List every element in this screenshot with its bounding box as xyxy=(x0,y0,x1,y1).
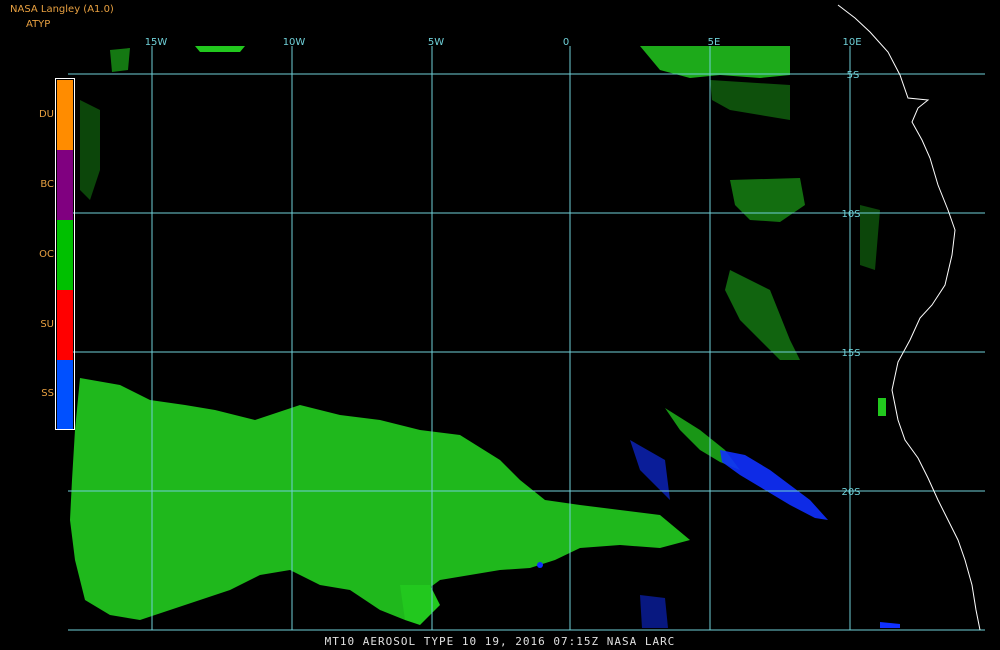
aerosol-type-legend: DU BC OC SU SS xyxy=(39,78,75,430)
legend-swatch-oc xyxy=(57,220,73,290)
legend-label-bc: BC xyxy=(40,179,54,190)
legend-swatch-ss xyxy=(57,360,73,429)
legend-swatch-su xyxy=(57,290,73,360)
lat-label: 20S xyxy=(841,487,860,498)
product-title: NASA Langley (A1.0) xyxy=(10,4,114,15)
lon-label: 5E xyxy=(708,37,721,48)
lon-label: 10E xyxy=(842,37,861,48)
lat-label: 5S xyxy=(847,70,860,81)
legend-label-oc: OC xyxy=(39,249,54,260)
legend-label-su: SU xyxy=(40,319,54,330)
legend-swatch-du xyxy=(57,80,73,150)
product-subtitle: ATYP xyxy=(26,19,51,30)
lon-label: 0 xyxy=(563,37,569,48)
aerosol-map: 15W 10W 5W 0 5E 10E 5S 10S 15S 20S xyxy=(68,4,985,631)
lat-label: 15S xyxy=(841,348,860,359)
africa-coastline xyxy=(837,4,981,631)
lon-label: 10W xyxy=(283,37,306,48)
latitude-labels: 5S 10S 15S 20S xyxy=(841,70,860,498)
lon-label: 5W xyxy=(428,37,444,48)
lon-label: 15W xyxy=(145,37,168,48)
footer-caption: MT10 AEROSOL TYPE 10 19, 2016 07:15Z NAS… xyxy=(324,635,676,648)
lat-label: 10S xyxy=(841,209,860,220)
legend-swatch-bc xyxy=(57,150,73,220)
legend-label-du: DU xyxy=(38,109,54,120)
oc-aerosol-regions xyxy=(70,46,886,625)
legend-label-ss: SS xyxy=(41,388,54,399)
